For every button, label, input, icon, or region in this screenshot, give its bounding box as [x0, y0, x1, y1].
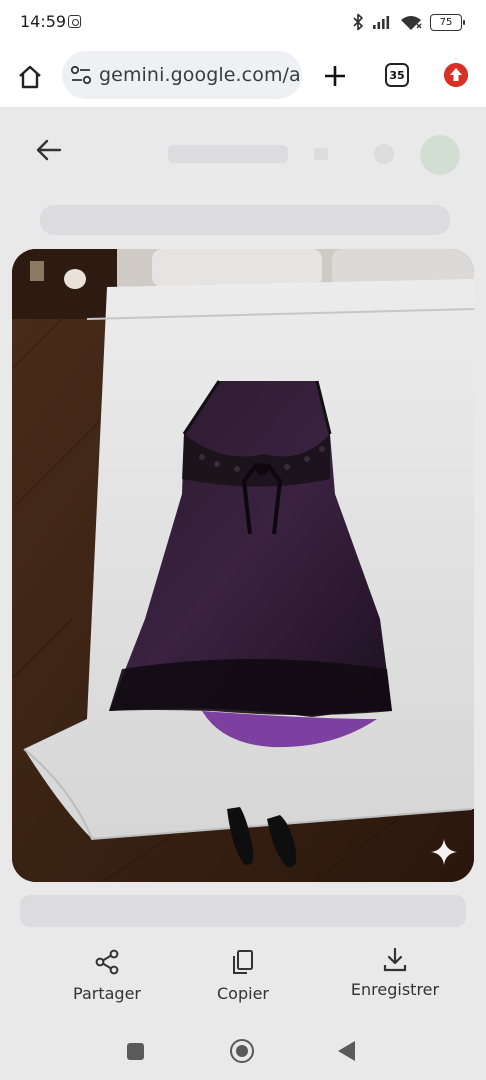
signal-icon — [373, 16, 390, 29]
download-icon — [383, 947, 407, 972]
status-time: 14:59 — [20, 12, 67, 31]
back-triangle-icon[interactable] — [338, 1041, 355, 1061]
battery-level: 75 — [439, 16, 453, 28]
copy-label: Copier — [217, 984, 269, 1003]
chevron-down-icon — [314, 148, 328, 160]
status-icons: 75 — [352, 13, 465, 31]
address-bar[interactable]: gemini.google.com/ap — [62, 51, 302, 99]
back-arrow-icon[interactable] — [34, 137, 64, 163]
share-icon — [95, 949, 119, 975]
image-content — [12, 249, 474, 882]
plus-icon[interactable] — [322, 63, 348, 89]
image-actions: Partager Copier Enregistrer — [0, 940, 486, 1010]
tab-count: 35 — [389, 68, 405, 82]
recent-apps-icon[interactable] — [127, 1043, 144, 1060]
home-circle-icon[interactable] — [230, 1039, 254, 1063]
home-icon[interactable] — [16, 63, 44, 91]
share-button[interactable]: Partager — [64, 940, 150, 1010]
save-label: Enregistrer — [350, 980, 440, 999]
instagram-icon — [68, 15, 81, 28]
battery-icon: 75 — [430, 13, 465, 31]
copy-button[interactable]: Copier — [206, 940, 280, 1010]
wifi-icon — [401, 15, 422, 30]
search-icon — [374, 144, 394, 164]
update-icon[interactable] — [444, 63, 468, 87]
model-selector-placeholder — [168, 145, 288, 163]
prompt-placeholder — [40, 205, 450, 235]
response-toolbar-placeholder — [20, 895, 466, 927]
browser-toolbar: gemini.google.com/ap 35 — [0, 46, 486, 108]
bluetooth-icon — [353, 13, 363, 31]
status-bar: 14:59 75 — [0, 0, 486, 46]
share-label: Partager — [73, 984, 141, 1003]
url-text[interactable]: gemini.google.com/ap — [99, 64, 302, 86]
generated-image[interactable] — [12, 249, 474, 882]
site-settings-icon[interactable] — [70, 65, 92, 85]
save-button[interactable]: Enregistrer — [342, 940, 448, 1010]
tab-switcher-icon[interactable]: 35 — [385, 63, 409, 87]
system-nav-bar — [0, 1020, 486, 1080]
avatar — [420, 135, 460, 175]
copy-icon — [233, 950, 253, 974]
sparkle-icon[interactable] — [430, 838, 458, 866]
